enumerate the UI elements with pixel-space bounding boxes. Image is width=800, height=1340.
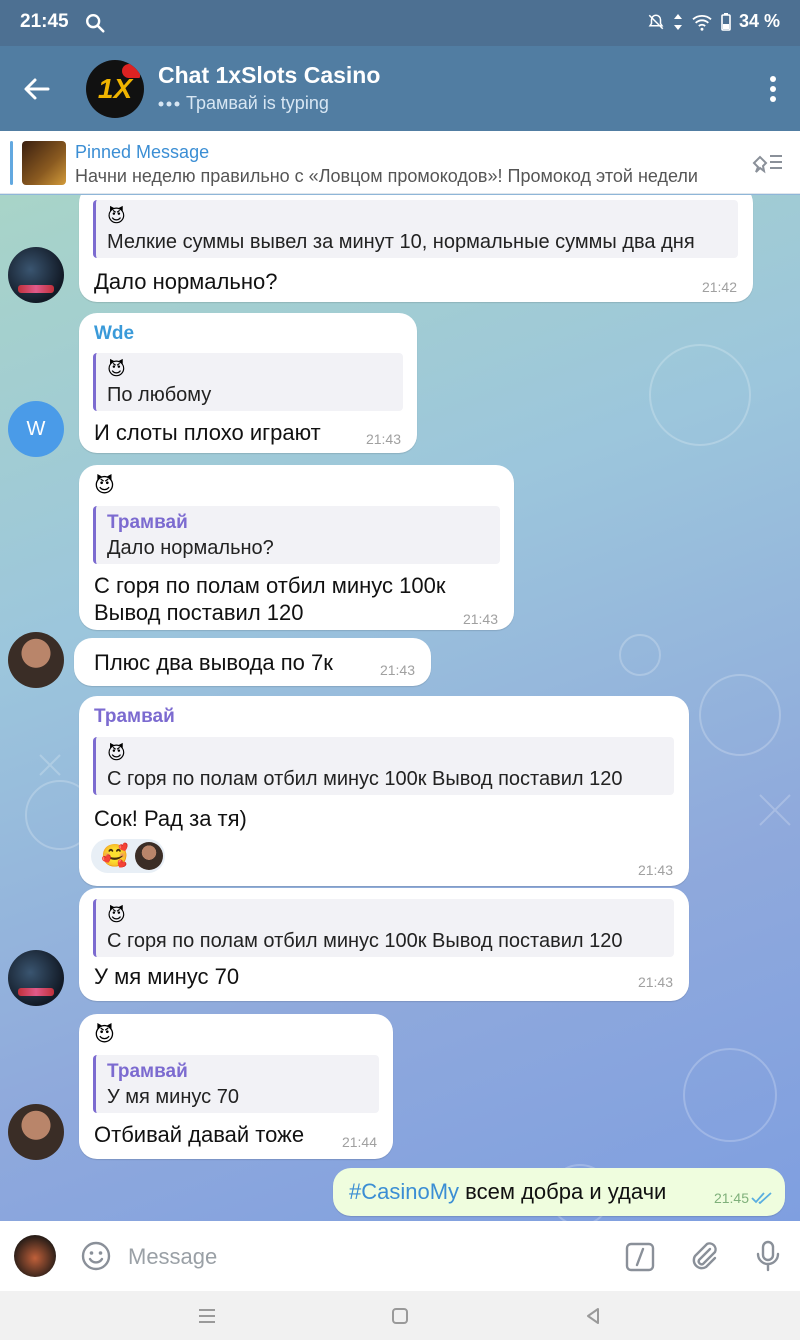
reply-text: Дало нормально? (107, 537, 274, 559)
reply-sender: Трамвай (107, 1061, 188, 1082)
chat-messages[interactable]: 😈 Мелкие суммы вывел за минут 10, нормал… (0, 195, 800, 1221)
message-time: 21:43 (637, 862, 673, 878)
bot-command-icon[interactable] (624, 1241, 656, 1273)
message-text-line: С горя по полам отбил минус 100к (94, 573, 446, 598)
message-time: 21:43 (379, 662, 415, 678)
message-text-line: Вывод поставил 120 (94, 600, 304, 625)
reply-quote[interactable]: Трамвай У мя минус 70 (93, 1055, 379, 1113)
more-vert-icon[interactable] (768, 74, 778, 104)
sender-name[interactable]: Трамвай (94, 706, 175, 728)
message-text: Сок! Рад за тя) (94, 806, 247, 831)
pinned-indicator (10, 141, 13, 185)
message-bubble[interactable]: Трамвай 😈 С горя по полам отбил минус 10… (79, 696, 689, 886)
message-text: Отбивай давай тоже (94, 1122, 305, 1147)
typing-dots-icon (158, 101, 180, 106)
reply-text: У мя минус 70 (107, 1086, 239, 1108)
chat-header: 1X Chat 1xSlots Casino Трамвай is typing (0, 46, 800, 131)
devil-emoji-icon: 😈 (107, 206, 126, 226)
home-icon[interactable] (389, 1305, 411, 1327)
battery-icon (721, 12, 731, 31)
typing-status: Трамвай is typing (158, 93, 329, 114)
user-avatar[interactable] (8, 632, 64, 688)
reply-quote[interactable]: 😈 С горя по полам отбил минус 100к Вывод… (93, 899, 674, 957)
user-avatar[interactable] (8, 1104, 64, 1160)
message-text-body: всем добра и удачи (459, 1179, 667, 1204)
reply-quote[interactable]: 😈 Мелкие суммы вывел за минут 10, нормал… (93, 200, 738, 258)
reply-sender: Трамвай (107, 512, 188, 533)
santa-hat-icon (122, 64, 140, 78)
send-as-avatar[interactable] (14, 1235, 56, 1277)
user-avatar[interactable] (8, 950, 64, 1006)
mic-icon[interactable] (752, 1239, 784, 1273)
message-text: И слоты плохо играют (94, 420, 321, 445)
status-bar: 21:45 34 % (0, 0, 800, 46)
chat-avatar[interactable]: 1X (86, 60, 144, 118)
status-time: 21:45 (20, 11, 69, 32)
message-time: 21:43 (462, 611, 498, 627)
message-text: У мя минус 70 (94, 964, 240, 989)
reply-quote[interactable]: 😈 С горя по полам отбил минус 100к Вывод… (93, 737, 674, 795)
message-bubble[interactable]: Плюс два вывода по 7к 21:43 (74, 638, 431, 686)
sender-emoji: 😈 (94, 475, 115, 497)
reply-quote[interactable]: 😈 По любому (93, 353, 403, 411)
chat-title[interactable]: Chat 1xSlots Casino (158, 62, 380, 89)
pinned-list-icon[interactable] (750, 149, 784, 175)
message-bubble[interactable]: 😈 Трамвай Дало нормально? С горя по пола… (79, 465, 514, 630)
reply-quote[interactable]: Трамвай Дало нормально? (93, 506, 500, 564)
outgoing-message-bubble[interactable]: #CasinoMy всем добра и удачи 21:45 (333, 1168, 785, 1216)
reply-text: С горя по полам отбил минус 100к Вывод п… (107, 768, 623, 790)
message-text: Плюс два вывода по 7к (94, 650, 333, 675)
message-time: 21:42 (701, 279, 737, 295)
back-nav-icon[interactable] (582, 1305, 604, 1327)
pinned-title: Pinned Message (75, 142, 210, 162)
devil-emoji-icon: 😈 (107, 743, 126, 763)
user-avatar[interactable]: W (8, 401, 64, 457)
devil-emoji-icon: 😈 (107, 359, 126, 379)
reply-text: По любому (107, 384, 212, 406)
hashtag-link[interactable]: #CasinoMy (349, 1179, 459, 1204)
message-time: 21:44 (341, 1134, 377, 1150)
back-arrow-icon[interactable] (22, 74, 52, 104)
emoji-icon[interactable] (80, 1240, 112, 1272)
system-nav-bar (0, 1291, 800, 1340)
message-bubble[interactable]: 😈 С горя по полам отбил минус 100к Вывод… (79, 888, 689, 1001)
message-time: 21:43 (365, 431, 401, 447)
smiling-hearts-emoji-icon: 🥰 (101, 843, 129, 868)
sender-name[interactable]: Wde (94, 323, 134, 345)
message-input-bar: Message (0, 1221, 800, 1291)
user-avatar[interactable] (8, 247, 64, 303)
mute-icon (648, 13, 664, 29)
pinned-text: Начни неделю правильно с «Ловцом промоко… (75, 166, 698, 186)
sender-emoji: 😈 (94, 1024, 115, 1046)
message-text: #CasinoMy всем добра и удачи (349, 1179, 666, 1205)
devil-emoji-icon: 😈 (107, 905, 126, 925)
reply-text: Мелкие суммы вывел за минут 10, нормальн… (107, 231, 695, 253)
message-time: 21:45 (713, 1190, 749, 1206)
reply-text: С горя по полам отбил минус 100к Вывод п… (107, 930, 623, 952)
pinned-message-bar[interactable]: Pinned Message Начни неделю правильно с … (0, 131, 800, 194)
search-icon (86, 14, 105, 33)
read-checks-icon (751, 1192, 772, 1204)
message-text: Дало нормально? (94, 269, 278, 294)
recent-apps-icon[interactable] (196, 1305, 218, 1327)
message-bubble[interactable]: 😈 Трамвай У мя минус 70 Отбивай давай то… (79, 1014, 393, 1159)
reactor-avatar (135, 842, 163, 870)
reaction-chip[interactable]: 🥰 (91, 839, 165, 873)
attach-icon[interactable] (688, 1240, 720, 1272)
message-bubble[interactable]: Wde 😈 По любому И слоты плохо играют 21:… (79, 313, 417, 453)
message-bubble[interactable]: 😈 Мелкие суммы вывел за минут 10, нормал… (79, 195, 753, 302)
data-arrows-icon (673, 13, 682, 30)
message-time: 21:43 (637, 974, 673, 990)
message-input[interactable]: Message (128, 1244, 217, 1270)
wifi-icon (692, 14, 712, 31)
pinned-thumbnail (22, 141, 66, 185)
typing-text: Трамвай is typing (186, 93, 329, 113)
battery-percent: 34 % (738, 11, 780, 31)
